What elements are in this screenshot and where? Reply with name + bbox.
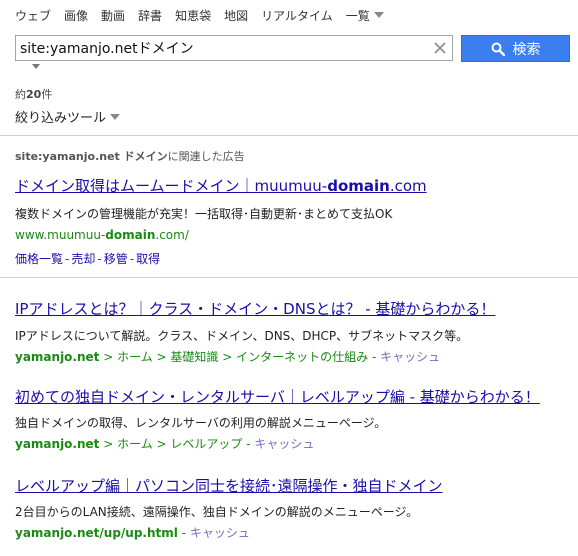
ad-description: 複数ドメインの管理機能が充実！一括取得･自動更新･まとめて支払OK xyxy=(15,207,393,221)
sitelink-price-list[interactable]: 価格一覧 xyxy=(15,252,63,266)
tab-web[interactable]: ウェブ xyxy=(15,7,51,24)
result-description: 2台目からのLAN接続、遠隔操作、独自ドメインの解説のメニューページ。 xyxy=(15,505,419,519)
chevron-down-icon xyxy=(110,113,121,120)
search-button[interactable]: 検索 xyxy=(461,35,570,62)
sitelink-sell[interactable]: 売却 xyxy=(71,252,95,266)
cache-link[interactable]: キャッシュ xyxy=(190,526,250,540)
tab-map[interactable]: 地図 xyxy=(224,7,248,24)
search-button-label: 検索 xyxy=(512,41,541,58)
ad-sitelinks: 価格一覧 - 売却 - 移管 - 取得 xyxy=(15,252,161,266)
tab-more[interactable]: 一覧 xyxy=(346,7,384,24)
sitelink-acquire[interactable]: 取得 xyxy=(136,252,160,266)
result-description: 独自ドメインの取得、レンタルサーバの利用の解説メニューページ。 xyxy=(15,416,387,430)
tab-realtime[interactable]: リアルタイム xyxy=(261,7,333,24)
tab-images[interactable]: 画像 xyxy=(64,7,88,24)
result-title-link[interactable]: レベルアップ編｜パソコン同士を接続･遠隔操作・独自ドメイン xyxy=(15,475,443,496)
result-breadcrumb: yamanjo.net/up/up.html - キャッシュ xyxy=(15,526,250,540)
vertical-tabs: ウェブ 画像 動画 辞書 知恵袋 地図 リアルタイム 一覧 xyxy=(15,5,397,25)
result-title-link[interactable]: IPアドレスとは？｜クラス・ドメイン・DNSとは？ - 基礎からわかる！ xyxy=(15,298,495,319)
chevron-down-icon xyxy=(373,12,384,18)
tab-more-label: 一覧 xyxy=(345,8,370,23)
tab-chiebukuro[interactable]: 知恵袋 xyxy=(175,7,211,24)
result-title-link[interactable]: 初めての独自ドメイン・レンタルサーバ｜レベルアップ編 - 基礎からわかる！ xyxy=(15,386,540,407)
result-description: IPアドレスについて解説。クラス、ドメイン、DNS、DHCP、サブネットマスク等… xyxy=(15,329,469,343)
result-breadcrumb: yamanjo.net > ホーム > 基礎知識 > インターネットの仕組み -… xyxy=(15,350,441,364)
search-box xyxy=(15,35,453,61)
ad-url[interactable]: www.muumuu-domain.com/ xyxy=(15,228,189,242)
filter-tools-label: 絞り込みツール xyxy=(15,111,107,126)
clear-icon[interactable] xyxy=(428,42,452,54)
divider xyxy=(0,135,578,136)
cache-link[interactable]: キャッシュ xyxy=(380,350,440,364)
search-assist-toggle-icon[interactable] xyxy=(32,64,40,69)
result-breadcrumb: yamanjo.net > ホーム > レベルアップ - キャッシュ xyxy=(15,437,315,451)
cache-link[interactable]: キャッシュ xyxy=(254,437,314,451)
tab-dictionary[interactable]: 辞書 xyxy=(138,7,162,24)
search-icon xyxy=(491,42,505,56)
ad-header: site:yamanjo.net ドメインに関連した広告 xyxy=(15,150,245,163)
ad-title-link[interactable]: ドメイン取得はムームードメイン｜muumuu-domain.com xyxy=(15,175,427,196)
result-count: 約20件 xyxy=(15,88,53,101)
divider xyxy=(0,277,578,278)
search-input[interactable] xyxy=(16,40,428,56)
sitelink-transfer[interactable]: 移管 xyxy=(104,252,128,266)
tab-video[interactable]: 動画 xyxy=(101,7,125,24)
filter-tools[interactable]: 絞り込みツール xyxy=(15,107,121,126)
